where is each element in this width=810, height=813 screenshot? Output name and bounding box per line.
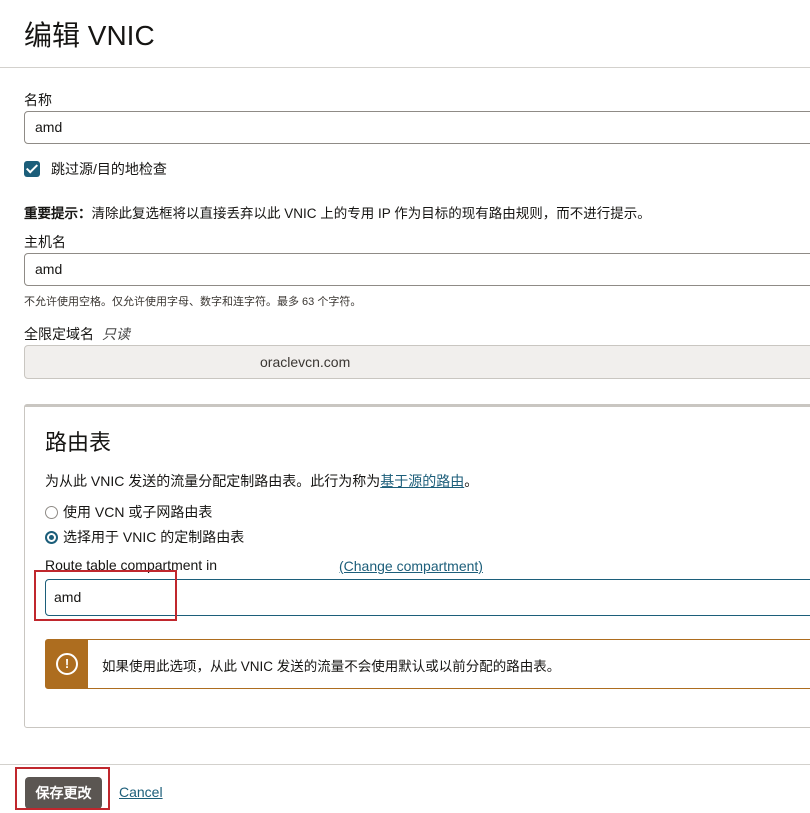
hostname-help-text: 不允许使用空格。仅允许使用字母、数字和连字符。最多 63 个字符。 [24, 296, 362, 308]
radio-option2-label: 选择用于 VNIC 的定制路由表 [63, 529, 245, 545]
important-text: 清除此复选框将以直接丢弃以此 VNIC 上的专用 IP 作为目标的现有路由规则，… [91, 206, 651, 221]
readonly-tag: 只读 [102, 326, 130, 342]
radio-custom-route-table[interactable]: 选择用于 VNIC 的定制路由表 [45, 527, 244, 547]
compartment-label: Route table compartment in [45, 557, 217, 573]
fqdn-label: 全限定域名 只读 [24, 324, 130, 344]
warning-icon-box: ! [46, 640, 88, 688]
radio-option1-label: 使用 VCN 或子网路由表 [63, 504, 213, 520]
checkmark-icon[interactable] [24, 161, 40, 177]
radio-unchecked-icon[interactable] [45, 505, 58, 519]
name-input[interactable]: amd [24, 111, 810, 144]
save-button[interactable]: 保存更改 [25, 777, 102, 809]
desc-text: 为从此 VNIC 发送的流量分配定制路由表。此行为称为 [45, 473, 381, 489]
hostname-input[interactable]: amd [24, 253, 810, 286]
footer-bar: 保存更改 Cancel [0, 764, 810, 813]
source-based-routing-link[interactable]: 基于源的路由 [380, 473, 464, 489]
hostname-label: 主机名 [24, 234, 66, 250]
fqdn-label-text: 全限定域名 [24, 326, 94, 342]
warning-message: ! 如果使用此选项，从此 VNIC 发送的流量不会使用默认或以前分配的路由表。 [45, 639, 810, 689]
route-table-panel: 路由表 为从此 VNIC 发送的流量分配定制路由表。此行为称为基于源的路由。 使… [24, 404, 810, 728]
warning-text: 如果使用此选项，从此 VNIC 发送的流量不会使用默认或以前分配的路由表。 [102, 659, 561, 674]
exclamation-circle-icon: ! [56, 653, 78, 675]
change-compartment-link[interactable]: (Change compartment) [339, 558, 483, 574]
name-label: 名称 [24, 92, 52, 108]
fqdn-field: oraclevcn.com [24, 345, 810, 379]
route-table-title: 路由表 [45, 430, 112, 455]
radio-use-vcn-route-table[interactable]: 使用 VCN 或子网路由表 [45, 502, 212, 522]
desc-end: 。 [464, 473, 479, 489]
skip-check-label: 跳过源/目的地检查 [51, 161, 167, 177]
cancel-link[interactable]: Cancel [119, 784, 163, 800]
page-title: 编辑 VNIC [24, 20, 155, 51]
fqdn-value: oraclevcn.com [260, 354, 351, 370]
radio-checked-icon[interactable] [45, 530, 58, 544]
important-prefix: 重要提示： [24, 206, 92, 221]
route-table-compartment-select[interactable]: amd [45, 579, 810, 616]
skip-source-dest-check[interactable]: 跳过源/目的地检查 [24, 159, 167, 179]
important-note: 重要提示：清除此复选框将以直接丢弃以此 VNIC 上的专用 IP 作为目标的现有… [24, 202, 651, 222]
route-table-description: 为从此 VNIC 发送的流量分配定制路由表。此行为称为基于源的路由。 [45, 471, 478, 491]
page-header: 编辑 VNIC [0, 0, 810, 68]
